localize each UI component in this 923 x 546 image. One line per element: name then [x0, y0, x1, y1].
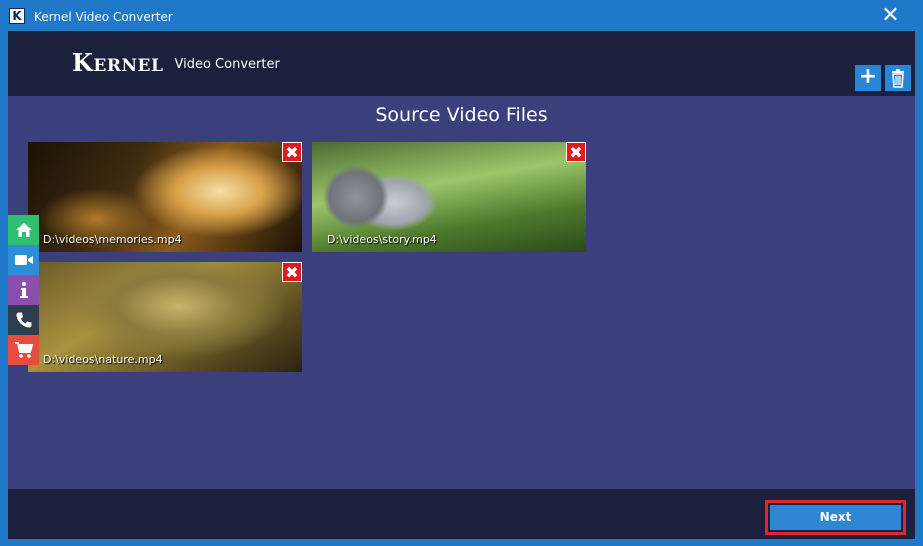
home-button[interactable] — [8, 215, 39, 245]
video-thumbnail[interactable]: ✖ D:\videos\memories.mp4 — [28, 142, 302, 252]
close-button[interactable]: ✕ — [858, 0, 923, 31]
section-title: Source Video Files — [375, 104, 548, 126]
video-path-label: D:\videos\memories.mp4 — [43, 233, 182, 246]
remove-video-button[interactable]: ✖ — [282, 142, 302, 162]
info-button[interactable] — [8, 275, 39, 305]
window-title: Kernel Video Converter — [34, 10, 173, 24]
video-path-label: D:\videos\story.mp4 — [327, 233, 437, 246]
trash-icon — [892, 69, 904, 88]
brand-subtitle: Video Converter — [174, 57, 280, 72]
video-thumbnail[interactable]: ✖ D:\videos\nature.mp4 — [28, 262, 302, 372]
delete-all-button[interactable] — [885, 65, 911, 91]
plus-icon: + — [858, 64, 878, 89]
phone-icon — [16, 312, 31, 328]
remove-video-button[interactable]: ✖ — [566, 142, 586, 162]
cart-icon — [14, 342, 33, 358]
phone-button[interactable] — [8, 305, 39, 335]
title-bar: K Kernel Video Converter ✕ — [0, 0, 923, 31]
side-navigation — [8, 215, 39, 365]
next-button[interactable]: Next — [765, 500, 906, 535]
info-icon — [19, 281, 28, 298]
app-header: Kernel Video Converter + — [8, 31, 915, 96]
video-thumbnail[interactable]: ✖ D:\videos\story.mp4 — [312, 142, 586, 252]
app-client-area: Kernel Video Converter + Source Video Fi… — [8, 31, 915, 539]
footer-bar: Next — [8, 489, 915, 539]
add-file-button[interactable]: + — [855, 65, 881, 91]
cart-button[interactable] — [8, 335, 39, 365]
next-button-label: Next — [770, 505, 901, 530]
video-path-label: D:\videos\nature.mp4 — [43, 353, 163, 366]
video-camera-icon — [14, 255, 33, 265]
remove-video-button[interactable]: ✖ — [282, 262, 302, 282]
app-logo-icon: K — [9, 8, 25, 24]
brand-name: Kernel — [72, 48, 164, 77]
brand-logo: Kernel Video Converter — [72, 48, 280, 77]
video-button[interactable] — [8, 245, 39, 275]
home-icon — [15, 223, 32, 237]
